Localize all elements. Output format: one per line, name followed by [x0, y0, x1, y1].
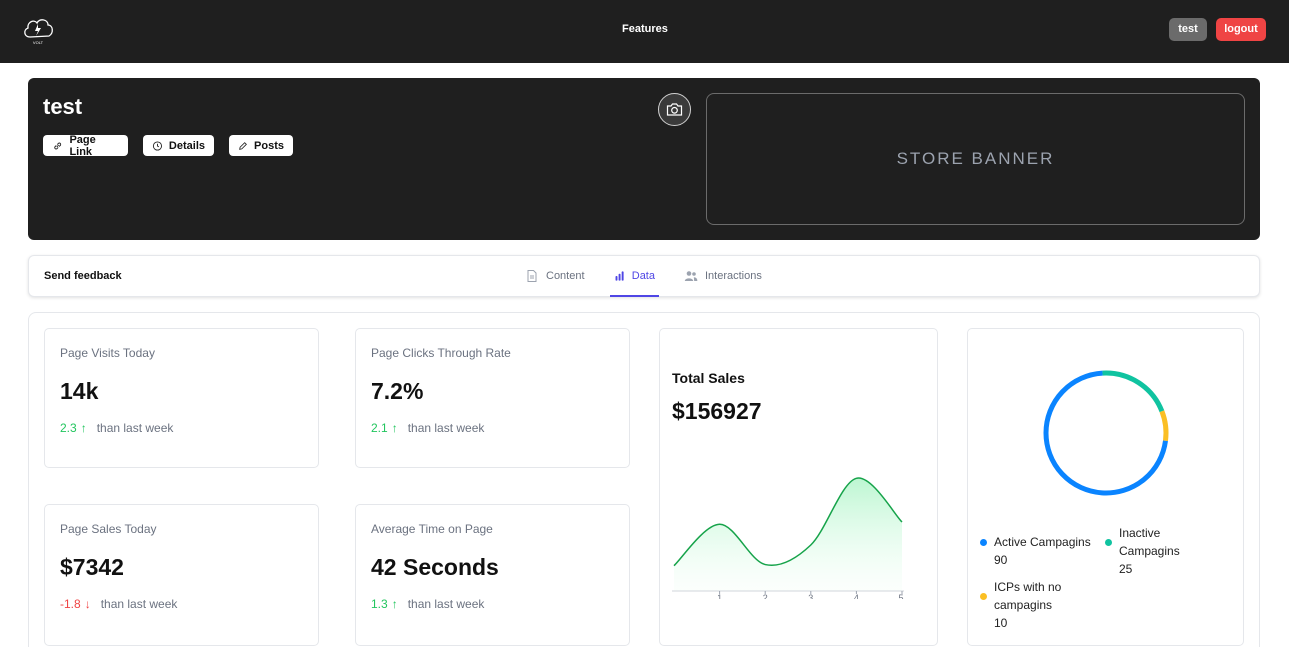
tab-content[interactable]: Content — [521, 256, 609, 297]
tab-content-label: Content — [546, 270, 585, 282]
stat-label: Page Sales Today — [60, 522, 157, 536]
posts-label: Posts — [254, 139, 284, 152]
send-feedback-link[interactable]: Send feedback — [44, 270, 122, 282]
tab-data[interactable]: Data — [610, 256, 659, 297]
link-icon — [54, 142, 62, 149]
camera-upload-button[interactable] — [658, 93, 691, 126]
store-title: test — [43, 94, 83, 119]
legend-dot-active — [980, 539, 987, 546]
stat-card-page-visits: Page Visits Today 14k 2.3 ↑ than last we… — [44, 328, 319, 468]
arrow-down-icon: ↓ — [84, 597, 91, 611]
user-button[interactable]: test — [1169, 18, 1207, 41]
logo-icon[interactable]: VOLT — [21, 13, 55, 47]
delta-text: than last week — [407, 597, 485, 611]
delta-value: 2.3 — [60, 421, 77, 435]
stat-value: 14k — [60, 378, 99, 404]
stat-card-page-sales: Page Sales Today $7342 -1.8 ↓ than last … — [44, 504, 319, 646]
stat-value: 7.2% — [371, 378, 424, 404]
legend-dot-icps — [980, 593, 987, 600]
sales-area-fill — [674, 478, 902, 591]
delta-value: -1.8 — [60, 597, 81, 611]
legend-icps: ICPs with no campagins 10 — [994, 578, 1094, 632]
delta-text: than last week — [96, 421, 174, 435]
stat-delta: -1.8 ↓ than last week — [60, 597, 177, 611]
store-header: test Page Link Details Posts STORE BANNE… — [28, 78, 1260, 240]
stat-card-average-time: Average Time on Page 42 Seconds 1.3 ↑ th… — [355, 504, 630, 646]
tab-bar: Send feedback Content Data Interactions — [28, 255, 1260, 297]
stat-label: Page Visits Today — [60, 346, 155, 360]
x-tick-label: 4 — [854, 593, 859, 599]
legend-label: Active Campagins — [994, 535, 1091, 549]
donut-slice-2[interactable] — [1159, 410, 1169, 442]
stat-value: $7342 — [60, 554, 124, 580]
legend-value: 90 — [994, 553, 1008, 567]
delta-text: than last week — [100, 597, 178, 611]
users-icon — [684, 271, 698, 281]
legend-value: 10 — [994, 616, 1008, 630]
tab-interactions[interactable]: Interactions — [680, 256, 768, 297]
campaigns-card: Active Campagins 90 Inactive Campagins 2… — [967, 328, 1244, 646]
legend-active: Active Campagins 90 — [994, 533, 1109, 569]
clock-icon — [152, 140, 163, 151]
total-sales-value: $156927 — [672, 398, 762, 424]
arrow-up-icon: ↑ — [391, 421, 398, 435]
legend-value: 25 — [1119, 562, 1133, 576]
legend-inactive: Inactive Campagins 25 — [1119, 524, 1209, 578]
stat-delta: 2.1 ↑ than last week — [371, 421, 484, 435]
delta-text: than last week — [407, 421, 485, 435]
legend-dot-inactive — [1105, 539, 1112, 546]
page-link-button[interactable]: Page Link — [43, 133, 128, 158]
top-navbar: VOLT Features test logout — [0, 0, 1289, 63]
x-tick-label: 2 — [763, 593, 768, 599]
sales-area-chart: 1 2 3 4 5 — [672, 477, 904, 599]
stat-card-click-through-rate: Page Clicks Through Rate 7.2% 2.1 ↑ than… — [355, 328, 630, 468]
legend-label: Inactive Campagins — [1119, 526, 1180, 558]
stat-value: 42 Seconds — [371, 554, 499, 580]
stat-label: Page Clicks Through Rate — [371, 346, 511, 360]
stat-delta: 1.3 ↑ than last week — [371, 597, 484, 611]
data-panel: Page Visits Today 14k 2.3 ↑ than last we… — [28, 312, 1260, 647]
x-tick-label: 3 — [808, 593, 813, 599]
camera-icon — [666, 103, 683, 116]
pencil-icon — [239, 141, 247, 150]
nav-features-link[interactable]: Features — [622, 23, 668, 35]
stat-delta: 2.3 ↑ than last week — [60, 421, 173, 435]
delta-value: 1.3 — [371, 597, 388, 611]
arrow-up-icon: ↑ — [391, 597, 398, 611]
delta-value: 2.1 — [371, 421, 388, 435]
store-banner-placeholder[interactable]: STORE BANNER — [706, 93, 1245, 225]
page-link-label: Page Link — [69, 133, 96, 158]
tab-data-label: Data — [631, 269, 655, 282]
arrow-up-icon: ↑ — [80, 421, 87, 435]
donut-slice-1[interactable] — [1102, 370, 1165, 413]
details-button[interactable]: Details — [143, 135, 214, 156]
bar-chart-icon — [615, 270, 624, 281]
document-icon — [527, 270, 537, 282]
total-sales-card: Total Sales $156927 1 2 3 4 5 — [659, 328, 938, 646]
tab-interactions-label: Interactions — [705, 270, 762, 282]
logo-text: VOLT — [33, 40, 44, 45]
stat-label: Average Time on Page — [371, 522, 493, 536]
legend-label: ICPs with no campagins — [994, 580, 1062, 612]
posts-button[interactable]: Posts — [229, 135, 293, 156]
total-sales-title: Total Sales — [672, 370, 745, 386]
x-tick-label: 5 — [898, 593, 903, 599]
logout-button[interactable]: logout — [1216, 18, 1266, 41]
store-banner-text: STORE BANNER — [896, 149, 1055, 168]
details-label: Details — [168, 139, 205, 152]
x-tick-label: 1 — [717, 593, 722, 599]
campaigns-donut-chart — [1043, 370, 1169, 496]
